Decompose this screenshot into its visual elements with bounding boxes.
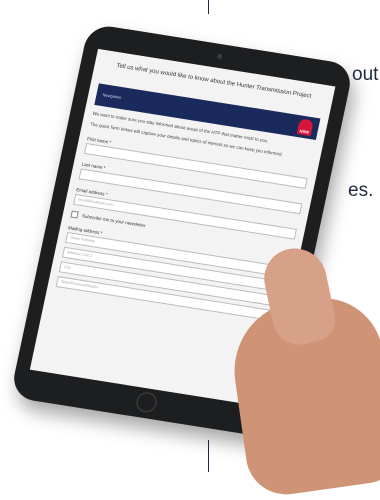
home-button[interactable] xyxy=(134,390,159,414)
background-text-1: out xyxy=(352,64,379,85)
camera-icon xyxy=(216,53,223,60)
nav-label[interactable]: Navigation xyxy=(102,93,122,101)
newsletter-label: Subscribe me to your newsletter xyxy=(81,213,147,229)
divider-line-bottom xyxy=(208,440,209,472)
logo-text: NSW xyxy=(299,128,310,136)
newsletter-checkbox[interactable] xyxy=(70,210,79,219)
divider-line-top xyxy=(208,0,209,14)
nsw-logo-icon: NSW xyxy=(296,118,314,137)
background-text-2: es. xyxy=(348,180,374,201)
